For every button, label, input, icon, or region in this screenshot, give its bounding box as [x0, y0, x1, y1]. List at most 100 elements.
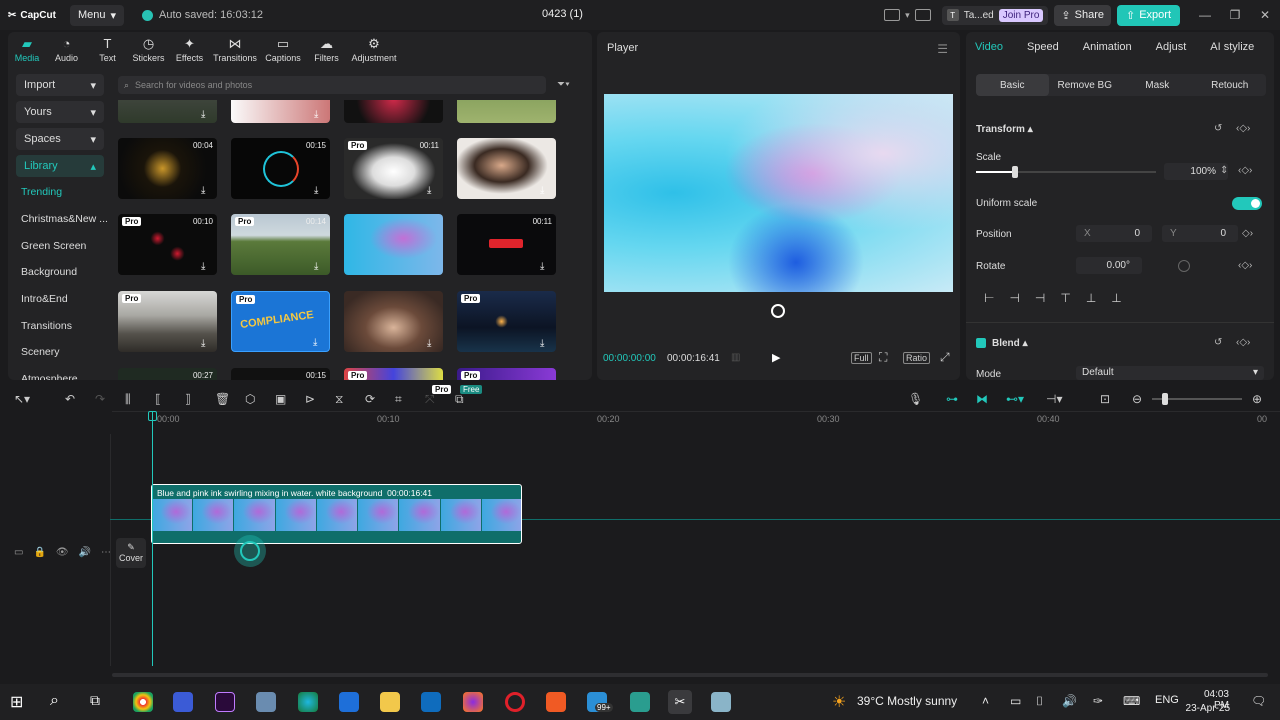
pen-icon[interactable]: ✑ [1093, 694, 1103, 708]
volume-icon[interactable]: 🔊 [1062, 694, 1077, 708]
full-button[interactable]: Full [851, 352, 872, 364]
project-name[interactable]: 0423 (1) [542, 8, 583, 20]
scale-slider[interactable] [976, 166, 1156, 178]
keyframe-icon[interactable]: ◇› [1242, 228, 1253, 239]
export-button[interactable]: ⇧ Export [1116, 4, 1180, 26]
tab-captions[interactable]: ▭ Captions [260, 37, 306, 64]
media-thumbnail[interactable]: Pro ⤓ [118, 291, 217, 352]
network-icon[interactable]: ⌷ [1036, 694, 1043, 709]
microphone-icon[interactable]: 🎙 [908, 392, 923, 406]
scale-slider-handle[interactable] [1012, 166, 1018, 178]
tab-stickers[interactable]: ◷ Stickers [128, 37, 169, 64]
align-toolbar[interactable]: ⊢⊣⊣⊤⊥⊥ [984, 291, 1137, 305]
tab-media[interactable]: ▰ Media [8, 37, 46, 64]
ratio-button[interactable]: Ratio [903, 352, 931, 364]
sidebar-item-scenery[interactable]: Scenery [21, 339, 108, 366]
download-icon[interactable]: ⤓ [314, 261, 326, 273]
marker-icon[interactable]: ⬡ [245, 392, 255, 406]
download-icon[interactable]: ⤓ [540, 261, 552, 273]
download-icon[interactable]: ⤓ [201, 185, 213, 197]
share-button[interactable]: ⇪ Share [1054, 4, 1111, 26]
chevron-down-icon[interactable]: ▾ [905, 10, 910, 21]
media-thumbnail[interactable]: ⤓ [231, 100, 330, 123]
undo-icon[interactable]: ↶ [65, 392, 75, 406]
media-thumbnail[interactable] [457, 100, 556, 123]
main-track-magnet-icon[interactable]: ⊶ [946, 392, 958, 406]
blend-mode-select[interactable]: Default ▾ [1076, 366, 1264, 380]
media-thumbnail[interactable]: Pro 00:10 ⤓ [118, 214, 217, 275]
media-thumbnail[interactable]: Pro 00:14 ⤓ [231, 214, 330, 275]
transform-section[interactable]: Transform ▴ [976, 124, 1033, 135]
media-thumbnail[interactable]: ⤓ [118, 100, 217, 123]
notifications-icon[interactable]: 🗨 [1251, 694, 1266, 708]
rotate-handle-icon[interactable] [771, 304, 785, 318]
opera-icon[interactable] [505, 692, 525, 712]
layout-icon[interactable] [884, 9, 901, 21]
language-indicator[interactable]: ENG [1155, 694, 1179, 706]
chevron-up-icon[interactable]: ˄ [982, 694, 989, 708]
join-pro-button[interactable]: Join Pro [998, 8, 1044, 22]
reverse-icon[interactable]: ⊳ [305, 392, 315, 406]
subtab-basic[interactable]: Basic [976, 74, 1049, 96]
timeline-view-icon[interactable]: ▥ [731, 352, 740, 363]
preview-axis-icon[interactable]: ⊣▾ [1046, 392, 1062, 406]
download-icon[interactable]: ⤓ [314, 185, 326, 197]
tab-animation[interactable]: Animation [1083, 41, 1132, 53]
clock-date[interactable]: 23-Apr-25 [1184, 703, 1230, 714]
blend-checkbox[interactable] [976, 338, 986, 348]
video-preview[interactable] [604, 94, 953, 292]
fullscreen-icon[interactable]: ⤢ [940, 350, 950, 365]
yours-dropdown[interactable]: Yours ▾ [16, 101, 104, 123]
battery-icon[interactable]: ▭ [1010, 694, 1021, 708]
zoom-out-icon[interactable]: ⊖ [1132, 392, 1142, 406]
media-thumbnail[interactable]: 00:15 [231, 368, 330, 380]
file-explorer-icon[interactable] [380, 692, 400, 712]
weather-icon[interactable]: ☀ [832, 692, 846, 712]
windows-start-icon[interactable]: ⊞ [10, 692, 30, 712]
media-thumbnail[interactable]: Pro 00:11 ⤓ [344, 138, 443, 199]
zoom-slider[interactable] [1152, 393, 1242, 405]
capcut-taskbar-icon[interactable]: ✂ [668, 690, 692, 714]
tab-adjustment[interactable]: ⚙ Adjustment [347, 37, 401, 64]
zoom-fit-icon[interactable]: ⊡ [1100, 392, 1110, 406]
edge-icon[interactable] [298, 692, 318, 712]
playhead[interactable] [152, 412, 153, 666]
minimize-icon[interactable]: — [1190, 8, 1220, 22]
close-icon[interactable]: ✕ [1250, 8, 1280, 22]
position-x-field[interactable]: X0 [1076, 225, 1152, 242]
timeline-scrollbar[interactable] [112, 673, 1268, 677]
sidebar-item-transitions[interactable]: Transitions [21, 312, 108, 339]
sidebar-item-intro-end[interactable]: Intro&End [21, 286, 108, 313]
keyframe-icon[interactable]: ‹◇› [1236, 123, 1250, 134]
keyframe-icon[interactable]: ‹◇› [1238, 260, 1252, 271]
search-input[interactable]: ⌕ Search for videos and photos [118, 76, 546, 94]
tab-filters[interactable]: ☁ Filters [306, 37, 347, 64]
import-dropdown[interactable]: Import ▾ [16, 74, 104, 96]
spaces-dropdown[interactable]: Spaces ▾ [16, 128, 104, 150]
sidebar-item-background[interactable]: Background [21, 259, 108, 286]
filter-icon[interactable]: ⏷▾ [557, 79, 570, 90]
search-icon[interactable]: ⌕ [50, 692, 70, 712]
restore-icon[interactable]: ❐ [1220, 8, 1250, 22]
track-controls[interactable]: ▭🔒👁🔊⋯ [14, 547, 121, 558]
uniform-scale-toggle[interactable] [1232, 197, 1262, 210]
mail-icon[interactable]: 99+ [587, 692, 613, 712]
cover-button[interactable]: ✎ Cover [116, 538, 146, 568]
keyframe-icon[interactable]: ‹◇› [1236, 337, 1250, 348]
download-icon[interactable]: ⤓ [540, 185, 552, 197]
split-right-icon[interactable]: ⟧ [185, 392, 191, 406]
download-icon[interactable]: ⤓ [313, 337, 325, 349]
subtab-retouch[interactable]: Retouch [1194, 74, 1267, 96]
download-icon[interactable]: ⤓ [314, 109, 326, 121]
media-thumbnail[interactable]: Pro COMPLIANCE ⤓ [231, 291, 330, 352]
download-icon[interactable]: ⤓ [201, 338, 213, 350]
select-tool-icon[interactable]: ↖▾ [14, 392, 30, 406]
tab-adjust[interactable]: Adjust [1156, 41, 1187, 53]
tab-ai-stylize[interactable]: AI stylize [1210, 41, 1254, 53]
chrome-icon[interactable] [133, 692, 153, 712]
video-clip[interactable]: Blue and pink ink swirling mixing in wat… [151, 484, 522, 544]
app-icon[interactable] [630, 692, 650, 712]
fit-icon[interactable]: ⛶ [879, 350, 887, 365]
library-dropdown[interactable]: Library ▴ [16, 155, 104, 177]
freeze-icon[interactable]: ▣ [275, 392, 286, 406]
